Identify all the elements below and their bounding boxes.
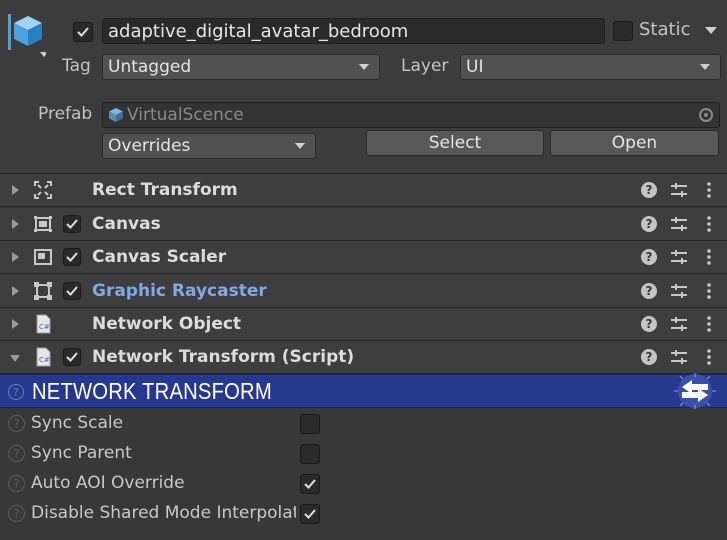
help-icon[interactable]: ? [641,249,657,265]
property-label: Sync Parent [31,443,132,463]
kebab-menu-icon[interactable] [702,181,716,199]
prefab-asset-name: VirtualScence [127,105,244,125]
component-name: Rect Transform [92,180,238,200]
script-icon: C# [36,347,51,367]
help-icon[interactable]: ? [641,349,657,365]
script-icon: C# [36,314,51,334]
presets-icon[interactable] [670,216,688,232]
banner-help-icon[interactable]: ? [8,384,24,400]
component-row-canvas-scaler[interactable]: Canvas Scaler ? [0,241,727,274]
static-checkbox[interactable] [613,21,633,41]
expand-arrow-icon[interactable] [12,219,19,229]
kebab-menu-icon[interactable] [702,248,716,266]
component-name: Canvas Scaler [92,247,227,267]
overrides-dropdown[interactable]: Overrides [102,133,316,159]
presets-icon[interactable] [670,349,688,365]
canvas-icon [34,216,52,232]
help-icon[interactable]: ? [641,182,657,198]
property-label: Disable Shared Mode Interpolation [31,503,296,523]
kebab-menu-icon[interactable] [702,348,716,366]
open-button-label: Open [611,133,658,153]
presets-icon[interactable] [670,249,688,265]
sync-parent-checkbox[interactable] [300,444,320,464]
chevron-down-icon [295,143,305,149]
property-label: Auto AOI Override [31,473,185,493]
presets-icon[interactable] [670,283,688,299]
layer-label: Layer [401,56,449,76]
component-row-network-transform[interactable]: C# Network Transform (Script) ? [0,341,727,374]
component-row-canvas[interactable]: Canvas ? [0,208,727,241]
component-row-rect-transform[interactable]: Rect Transform ? [0,174,727,207]
object-picker-icon[interactable] [699,108,713,122]
kebab-menu-icon[interactable] [702,215,716,233]
property-sync-parent: ? Sync Parent [0,439,727,469]
kebab-menu-icon[interactable] [702,282,716,300]
component-name: Graphic Raycaster [92,281,267,301]
static-label: Static [639,19,691,40]
component-row-network-object[interactable]: C# Network Object ? [0,308,727,341]
component-enabled-checkbox[interactable] [63,282,81,300]
select-button[interactable]: Select [366,130,544,156]
tag-label: Tag [62,56,91,76]
component-name: Network Transform (Script) [92,347,355,367]
prefab-asset-field[interactable]: VirtualScence [102,102,720,128]
kebab-menu-icon[interactable] [702,315,716,333]
overrides-label: Overrides [108,136,191,156]
expand-arrow-icon[interactable] [12,319,19,329]
inspector-header: adaptive_digital_avatar_bedroom Static T… [0,0,727,174]
help-icon[interactable]: ? [641,283,657,299]
component-name: Canvas [92,214,161,234]
collapse-arrow-icon[interactable] [10,355,20,362]
svg-text:C#: C# [39,323,50,331]
help-icon[interactable]: ? [8,505,25,522]
expand-arrow-icon[interactable] [12,185,19,195]
component-enabled-checkbox[interactable] [63,215,81,233]
property-auto-aoi-override: ? Auto AOI Override [0,469,727,499]
active-checkbox[interactable] [73,22,93,42]
expand-arrow-icon[interactable] [12,286,19,296]
property-label: Sync Scale [31,413,124,433]
help-icon[interactable]: ? [8,445,25,462]
graphic-raycaster-icon [34,282,52,300]
gameobject-cube-icon[interactable] [8,14,48,58]
svg-text:C#: C# [39,356,50,364]
chevron-down-icon [700,64,710,70]
banner-title: NETWORK TRANSFORM [32,378,272,404]
help-icon[interactable]: ? [8,415,25,432]
static-dropdown-caret[interactable] [705,27,717,34]
chevron-down-icon [359,64,369,70]
property-disable-shared-mode-interpolation: ? Disable Shared Mode Interpolation [0,499,727,529]
gameobject-name-input[interactable]: adaptive_digital_avatar_bedroom [102,18,605,44]
network-sync-icon [674,373,716,409]
gameobject-name-text: adaptive_digital_avatar_bedroom [108,20,409,42]
layer-dropdown[interactable]: UI [460,54,721,80]
auto-aoi-override-checkbox[interactable] [300,474,320,494]
presets-icon[interactable] [670,182,688,198]
canvas-scaler-icon [34,249,52,265]
select-button-label: Select [428,133,482,153]
rect-transform-icon [34,181,52,199]
property-sync-scale: ? Sync Scale [0,409,727,439]
component-row-graphic-raycaster[interactable]: Graphic Raycaster ? [0,275,727,308]
tag-value: Untagged [108,57,192,77]
component-enabled-checkbox[interactable] [63,248,81,266]
network-transform-banner: ? NETWORK TRANSFORM [0,373,727,409]
disable-shared-mode-interpolation-checkbox[interactable] [300,504,320,524]
open-button[interactable]: Open [550,130,719,156]
tag-dropdown[interactable]: Untagged [102,54,380,80]
help-icon[interactable]: ? [8,475,25,492]
help-icon[interactable]: ? [641,216,657,232]
component-enabled-checkbox[interactable] [63,348,81,366]
component-name: Network Object [92,314,242,334]
expand-arrow-icon[interactable] [12,252,19,262]
help-icon[interactable]: ? [641,316,657,332]
presets-icon[interactable] [670,316,688,332]
sync-scale-checkbox[interactable] [300,414,320,434]
prefab-cube-icon [109,108,123,122]
prefab-label: Prefab [38,104,93,124]
layer-value: UI [466,57,484,77]
